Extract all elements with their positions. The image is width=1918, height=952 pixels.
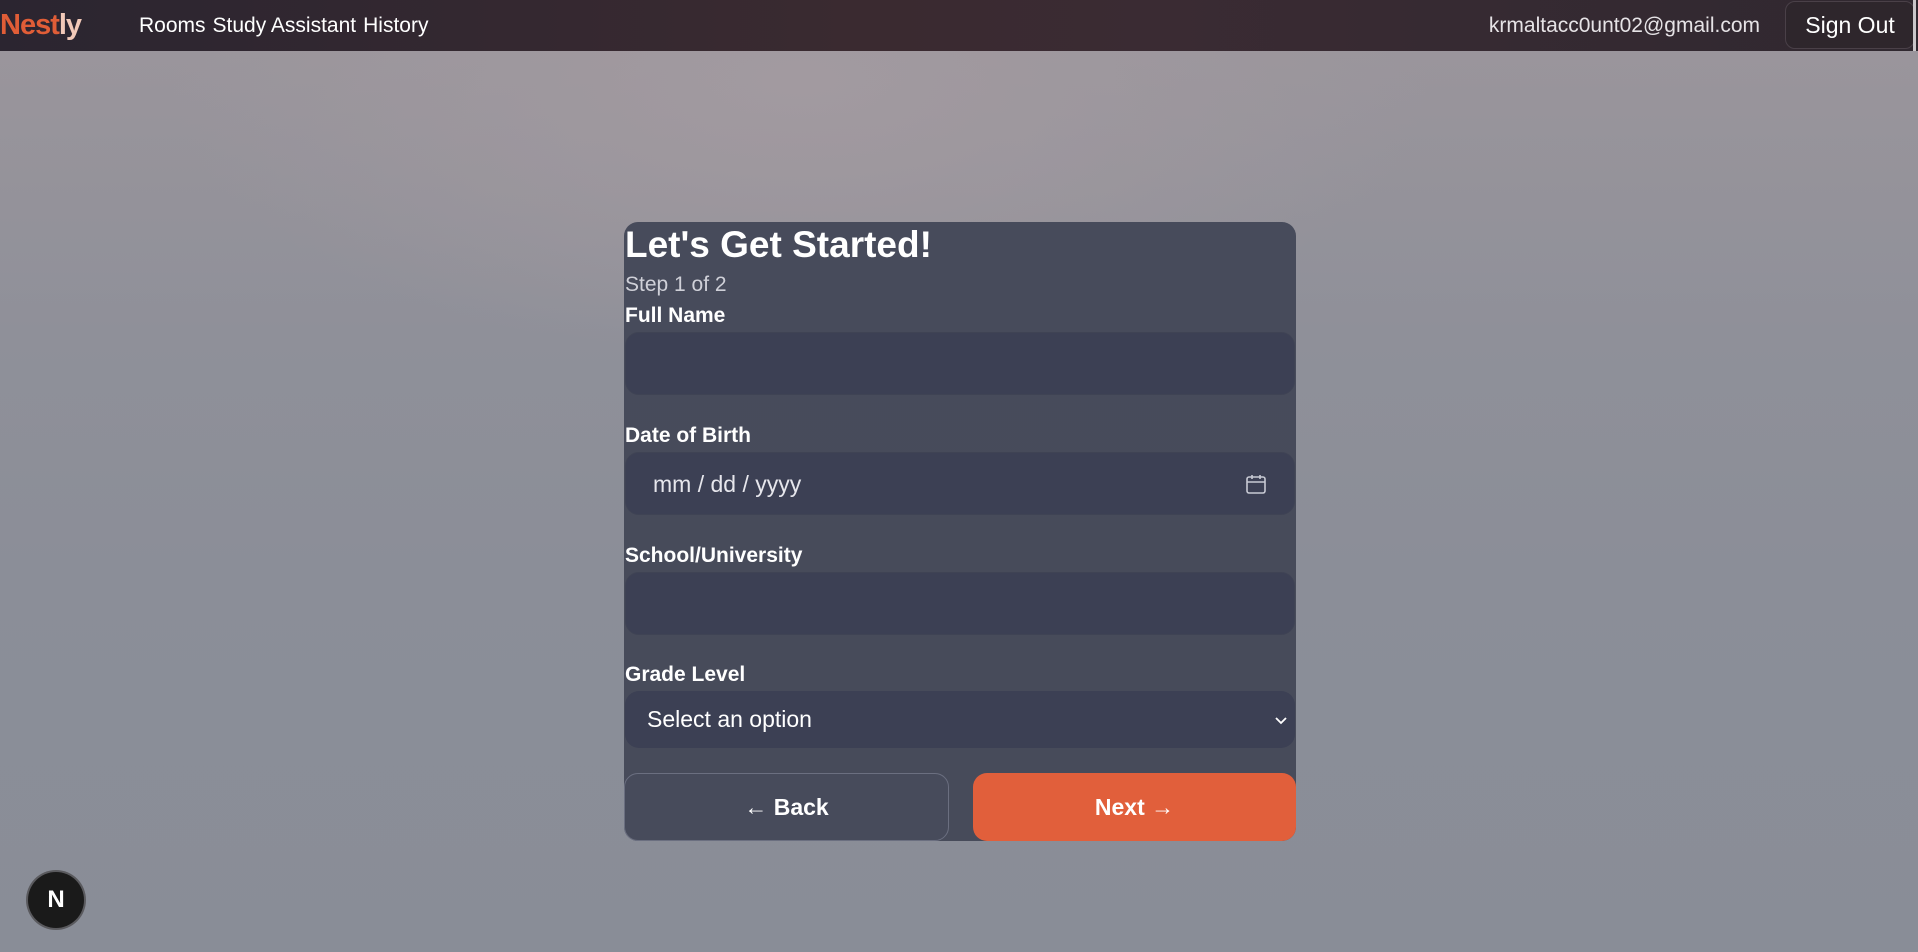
next-button[interactable]: Next → — [973, 773, 1296, 841]
date-of-birth-input[interactable]: mm / dd / yyyy — [625, 452, 1295, 515]
top-navigation-bar: Nestly Rooms Study Assistant History krm… — [0, 0, 1918, 51]
date-of-birth-placeholder: mm / dd / yyyy — [653, 471, 802, 497]
logo-text-nest: Nest — [0, 9, 60, 41]
step-indicator: Step 1 of 2 — [625, 273, 727, 296]
dev-indicator-letter: N — [47, 886, 65, 913]
sign-out-button[interactable]: Sign Out — [1785, 1, 1915, 49]
grade-level-label: Grade Level — [625, 663, 746, 686]
nav-link-study-assistant[interactable]: Study Assistant — [213, 14, 357, 38]
nav-link-rooms[interactable]: Rooms — [139, 14, 206, 38]
school-input[interactable] — [625, 572, 1295, 635]
user-email: krmaltacc0unt02@gmail.com — [1488, 14, 1760, 37]
calendar-icon[interactable] — [1245, 473, 1267, 495]
scrollbar[interactable] — [1913, 0, 1916, 51]
full-name-input[interactable] — [625, 332, 1295, 395]
nav-link-history[interactable]: History — [363, 14, 428, 38]
date-of-birth-label: Date of Birth — [625, 424, 751, 447]
chevron-down-icon — [1275, 717, 1287, 725]
nextjs-dev-indicator[interactable]: N — [28, 872, 84, 928]
logo-text-ly: ly — [58, 9, 82, 41]
school-label: School/University — [625, 544, 803, 567]
onboarding-form-card: Let's Get Started! Step 1 of 2 Full Name… — [624, 222, 1296, 841]
nestly-logo[interactable]: Nestly — [0, 8, 82, 42]
grade-level-select[interactable]: Select an option — [625, 691, 1295, 748]
form-title: Let's Get Started! — [625, 224, 932, 265]
grade-level-selected-value: Select an option — [647, 706, 812, 732]
back-button[interactable]: ← Back — [624, 773, 949, 841]
main-nav: Rooms Study Assistant History — [139, 0, 428, 51]
full-name-label: Full Name — [625, 304, 726, 327]
